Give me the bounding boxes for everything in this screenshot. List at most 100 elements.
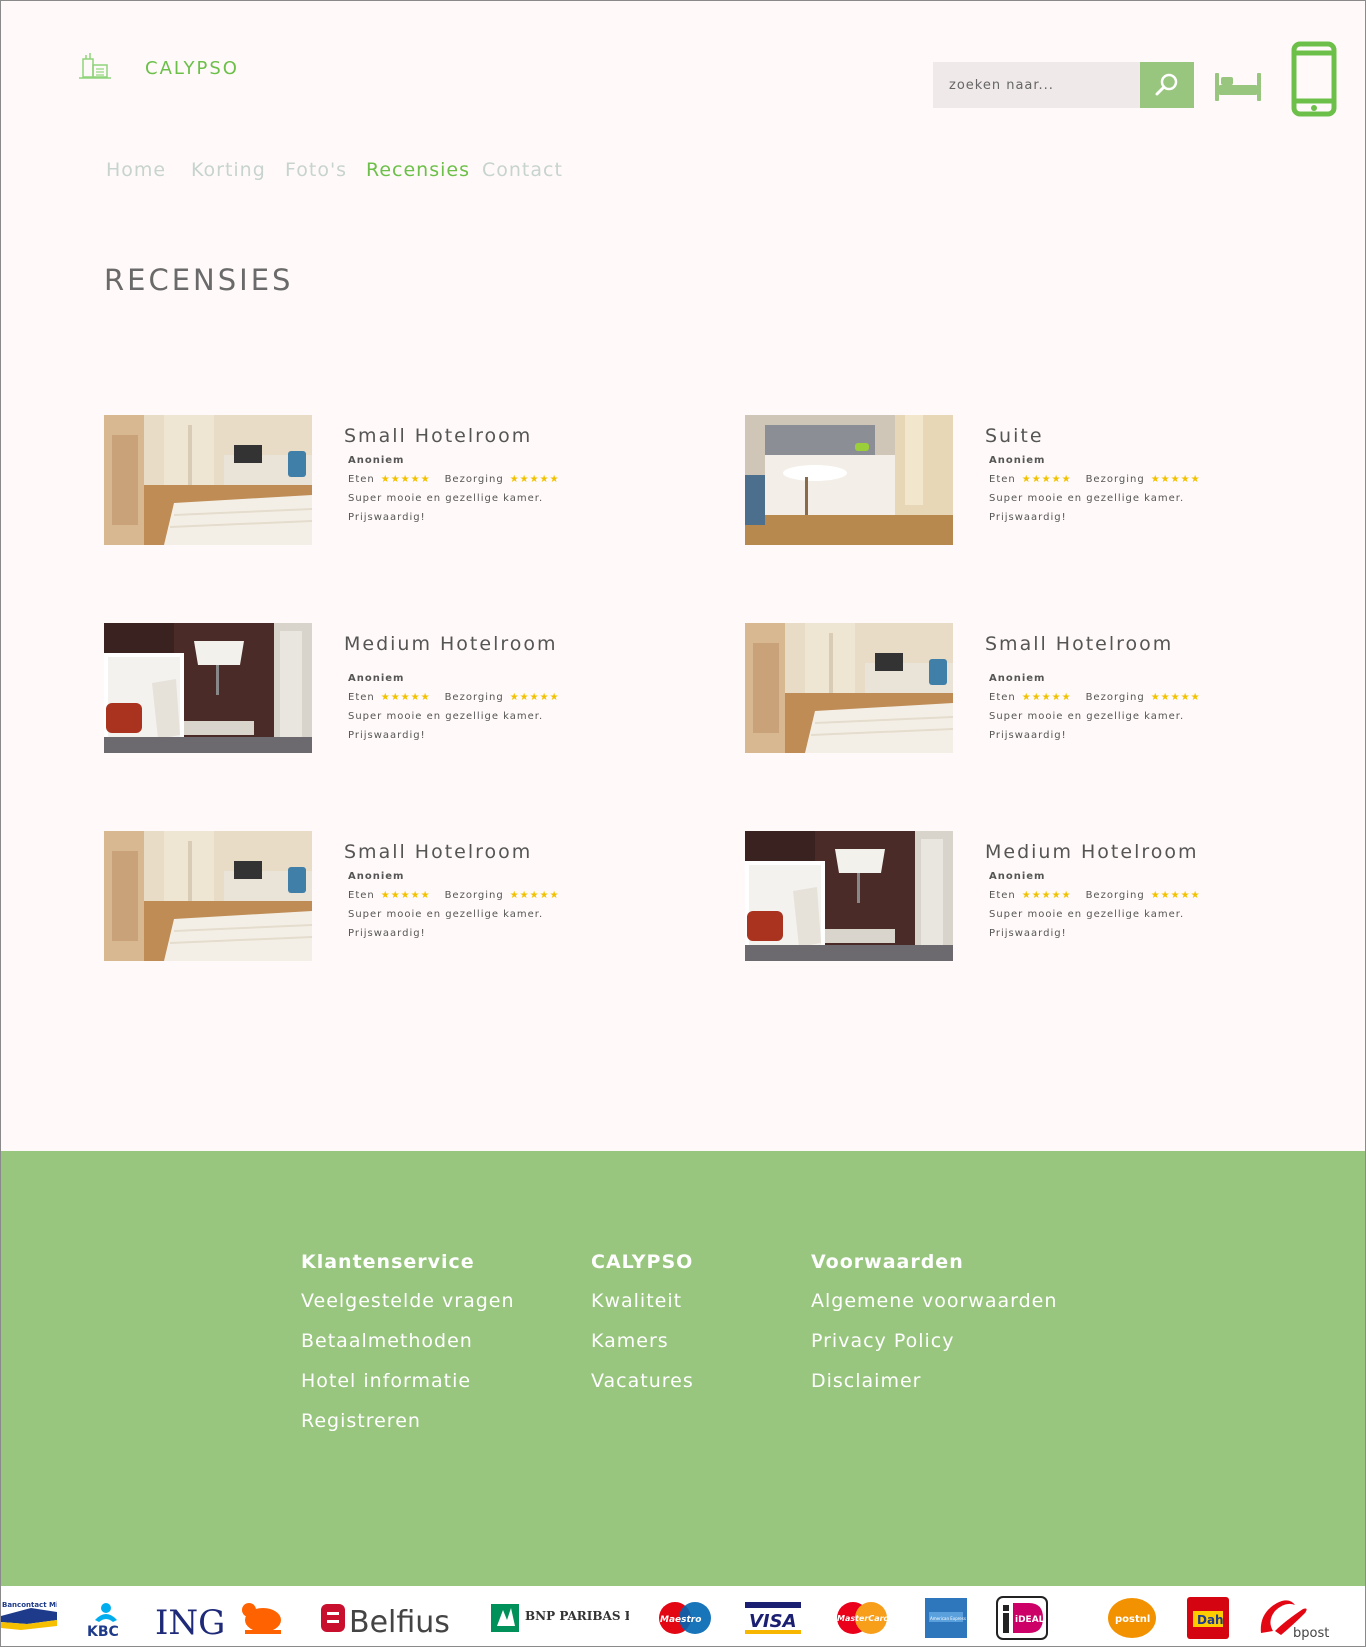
review-card: Small Hotelroom Anoniem Eten ★★★★★ Bezorging…: [745, 623, 1305, 755]
review-comment: Super mooie en gezellige kamer.: [348, 909, 544, 920]
nav-item-home[interactable]: Home: [106, 159, 166, 181]
footer-link[interactable]: Kamers: [591, 1330, 669, 1352]
belfius-logo: Belfius: [319, 1594, 461, 1642]
review-title[interactable]: Small Hotelroom: [344, 425, 532, 447]
delivery-rating-stars: ★★★★★: [509, 890, 560, 901]
bnp-paribas-fortis-logo: BNP PARIBAS FORTIS: [489, 1594, 629, 1642]
ing-logo: ING: [153, 1594, 293, 1642]
delivery-rating-label: Bezorging: [444, 692, 504, 703]
room-photo[interactable]: [104, 415, 312, 545]
svg-text:American Express: American Express: [930, 1616, 966, 1621]
review-ratings: Eten ★★★★★ Bezorging ★★★★★: [989, 474, 1215, 485]
room-photo[interactable]: [745, 623, 953, 753]
review-author: Anoniem: [348, 871, 405, 882]
footer-link[interactable]: Kwaliteit: [591, 1290, 682, 1312]
review-card: Small Hotelroom Anoniem Eten ★★★★★ Bezorging…: [104, 415, 664, 547]
maestro-logo: Maestro: [653, 1594, 717, 1642]
search-button[interactable]: [1140, 62, 1194, 108]
footer-link[interactable]: Hotel informatie: [301, 1370, 471, 1392]
footer-link[interactable]: Disclaimer: [811, 1370, 921, 1392]
food-rating-label: Eten: [348, 890, 375, 901]
review-ratings: Eten ★★★★★ Bezorging ★★★★★: [989, 692, 1215, 703]
bed-icon[interactable]: [1213, 69, 1263, 103]
mobile-phone-icon[interactable]: [1291, 41, 1337, 117]
footer-link[interactable]: Veelgestelde vragen: [301, 1290, 515, 1312]
food-rating-stars: ★★★★★: [1021, 692, 1072, 703]
footer: Klantenservice Veelgestelde vragen Betaa…: [1, 1151, 1365, 1586]
payment-logos: Bancontact Mister Cash KBC ING: [1, 1586, 1365, 1646]
footer-link[interactable]: Betaalmethoden: [301, 1330, 473, 1352]
visa-logo: VISA: [743, 1594, 803, 1642]
svg-text:bpost: bpost: [1293, 1626, 1329, 1641]
postnl-logo: postnl: [1105, 1594, 1159, 1642]
kbc-logo: KBC: [81, 1594, 131, 1642]
brand-name[interactable]: CALYPSO: [145, 58, 239, 79]
search-icon: [1155, 73, 1178, 96]
svg-text:Belfius: Belfius: [349, 1605, 450, 1640]
footer-heading: Voorwaarden: [811, 1251, 964, 1273]
food-rating-label: Eten: [348, 692, 375, 703]
footer-link[interactable]: Registreren: [301, 1410, 421, 1432]
delivery-rating-stars: ★★★★★: [509, 474, 560, 485]
review-card: Small Hotelroom Anoniem Eten ★★★★★ Bezorging…: [104, 831, 664, 963]
food-rating-label: Eten: [989, 890, 1016, 901]
review-verdict: Prijswaardig!: [989, 730, 1067, 741]
food-rating-stars: ★★★★★: [380, 692, 431, 703]
delivery-rating-stars: ★★★★★: [509, 692, 560, 703]
food-rating-label: Eten: [348, 474, 375, 485]
mastercard-logo: MasterCard: [831, 1594, 893, 1642]
room-photo[interactable]: [104, 623, 312, 753]
food-rating-label: Eten: [989, 474, 1016, 485]
american-express-logo: American Express: [923, 1594, 969, 1642]
review-ratings: Eten ★★★★★ Bezorging ★★★★★: [348, 474, 574, 485]
footer-link[interactable]: Vacatures: [591, 1370, 694, 1392]
footer-link[interactable]: Privacy Policy: [811, 1330, 954, 1352]
review-ratings: Eten ★★★★★ Bezorging ★★★★★: [348, 692, 574, 703]
hotel-building-icon[interactable]: [79, 51, 111, 81]
room-photo[interactable]: [745, 831, 953, 961]
delivery-rating-stars: ★★★★★: [1150, 890, 1201, 901]
svg-text:iDEAL: iDEAL: [1015, 1615, 1045, 1625]
review-title[interactable]: Small Hotelroom: [985, 633, 1173, 655]
svg-text:Bancontact Mister Cash: Bancontact Mister Cash: [2, 1601, 57, 1609]
page-frame: CALYPSO Home Korting Foto's Recen: [0, 0, 1366, 1647]
review-comment: Super mooie en gezellige kamer.: [989, 493, 1185, 504]
nav-item-recensies[interactable]: Recensies: [366, 159, 470, 181]
page-title: RECENSIES: [104, 263, 294, 297]
review-title[interactable]: Suite: [985, 425, 1044, 447]
delivery-rating-label: Bezorging: [444, 474, 504, 485]
footer-link[interactable]: Algemene voorwaarden: [811, 1290, 1057, 1312]
nav-item-contact[interactable]: Contact: [482, 159, 563, 181]
bancontact-logo: Bancontact Mister Cash: [1, 1594, 57, 1642]
search-bar: [933, 62, 1194, 108]
review-verdict: Prijswaardig!: [348, 730, 426, 741]
review-title[interactable]: Medium Hotelroom: [985, 841, 1199, 863]
food-rating-stars: ★★★★★: [1021, 890, 1072, 901]
review-comment: Super mooie en gezellige kamer.: [989, 909, 1185, 920]
footer-heading: CALYPSO: [591, 1251, 694, 1273]
footer-heading: Klantenservice: [301, 1251, 475, 1273]
delivery-rating-label: Bezorging: [1085, 890, 1145, 901]
review-title[interactable]: Small Hotelroom: [344, 841, 532, 863]
food-rating-stars: ★★★★★: [1021, 474, 1072, 485]
delivery-rating-label: Bezorging: [1085, 692, 1145, 703]
review-author: Anoniem: [348, 455, 405, 466]
review-verdict: Prijswaardig!: [989, 928, 1067, 939]
dahl-logo: Dah: [1185, 1594, 1231, 1642]
review-comment: Super mooie en gezellige kamer.: [989, 711, 1185, 722]
review-author: Anoniem: [348, 673, 405, 684]
delivery-rating-stars: ★★★★★: [1150, 474, 1201, 485]
review-ratings: Eten ★★★★★ Bezorging ★★★★★: [348, 890, 574, 901]
room-photo[interactable]: [104, 831, 312, 961]
search-input[interactable]: [933, 62, 1140, 108]
svg-text:VISA: VISA: [749, 1611, 797, 1632]
review-author: Anoniem: [989, 871, 1046, 882]
review-comment: Super mooie en gezellige kamer.: [348, 493, 544, 504]
review-ratings: Eten ★★★★★ Bezorging ★★★★★: [989, 890, 1215, 901]
nav-item-fotos[interactable]: Foto's: [285, 159, 347, 181]
svg-text:MasterCard: MasterCard: [837, 1614, 890, 1623]
review-title[interactable]: Medium Hotelroom: [344, 633, 558, 655]
nav-item-korting[interactable]: Korting: [191, 159, 266, 181]
review-comment: Super mooie en gezellige kamer.: [348, 711, 544, 722]
room-photo[interactable]: [745, 415, 953, 545]
